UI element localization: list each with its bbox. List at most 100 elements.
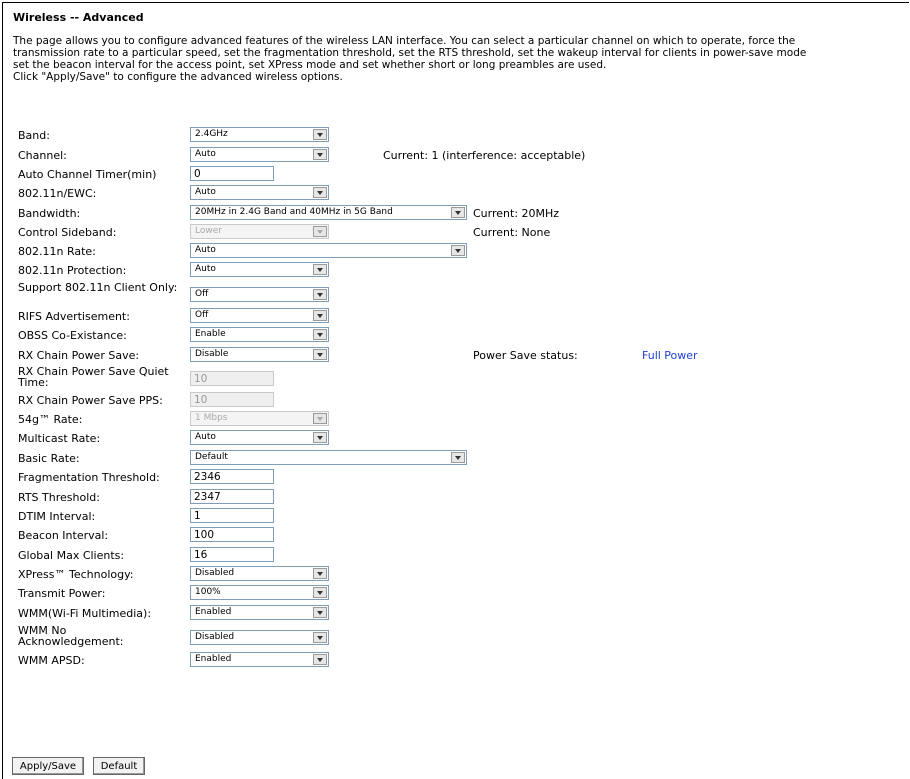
rifs-select-value: Off: [195, 310, 209, 320]
wmm-label: WMM(Wi-Fi Multimedia):: [18, 607, 152, 620]
row-band: Band: 2.4GHz: [13, 127, 903, 144]
max-clients-input[interactable]: [190, 547, 274, 562]
channel-select[interactable]: Auto: [190, 147, 329, 162]
row-rifs: RIFS Advertisement: Off: [13, 308, 903, 325]
chevron-down-icon: [313, 226, 327, 237]
description-line: The page allows you to configure advance…: [13, 35, 796, 47]
basic-rate-select[interactable]: Default: [190, 450, 467, 465]
chevron-down-icon: [313, 264, 327, 275]
ewc-select[interactable]: Auto: [190, 185, 329, 200]
beacon-input[interactable]: [190, 527, 274, 542]
54g-rate-select-value: 1 Mbps: [195, 413, 228, 423]
tx-power-select[interactable]: 100%: [190, 585, 329, 600]
54g-rate-select[interactable]: 1 Mbps: [190, 411, 329, 426]
chevron-down-icon: [313, 289, 327, 300]
wmm-select[interactable]: Enabled: [190, 605, 329, 620]
chevron-down-icon: [313, 349, 327, 360]
description-line: transmission rate to a particular speed,…: [13, 47, 807, 59]
frag-threshold-input[interactable]: [190, 469, 274, 484]
n-protection-select-value: Auto: [195, 264, 216, 274]
tx-power-select-value: 100%: [195, 587, 221, 597]
auto-channel-timer-label: Auto Channel Timer(min): [18, 168, 157, 181]
chevron-down-icon: [313, 149, 327, 160]
chevron-down-icon: [451, 452, 465, 463]
row-max-clients: Global Max Clients:: [13, 547, 903, 564]
basic-rate-select-value: Default: [195, 452, 228, 462]
obss-select[interactable]: Enable: [190, 327, 329, 342]
row-auto-channel-timer: Auto Channel Timer(min): [13, 166, 903, 183]
wmm-select-value: Enabled: [195, 607, 232, 617]
n-rate-select[interactable]: Auto: [190, 243, 467, 258]
n-protection-select[interactable]: Auto: [190, 262, 329, 277]
rx-chain-ps-select[interactable]: Disable: [190, 347, 329, 362]
chevron-down-icon: [313, 310, 327, 321]
control-sideband-select[interactable]: Lower: [190, 224, 329, 239]
dtim-label: DTIM Interval:: [18, 510, 96, 523]
row-rx-chain-ps: RX Chain Power Save: Disable Power Save …: [13, 347, 903, 364]
page-description: The page allows you to configure advance…: [13, 35, 909, 83]
rifs-label: RIFS Advertisement:: [18, 310, 130, 323]
row-n-rate: 802.11n Rate: Auto: [13, 243, 903, 260]
wmm-apsd-select-value: Enabled: [195, 654, 232, 664]
tx-power-label: Transmit Power:: [18, 587, 106, 600]
apply-save-button[interactable]: Apply/Save: [12, 757, 84, 775]
row-wmm: WMM(Wi-Fi Multimedia): Enabled: [13, 605, 903, 622]
multicast-rate-label: Multicast Rate:: [18, 432, 101, 445]
channel-label: Channel:: [18, 149, 67, 162]
auto-channel-timer-input[interactable]: [190, 166, 274, 181]
multicast-rate-select[interactable]: Auto: [190, 430, 329, 445]
xpress-select[interactable]: Disabled: [190, 566, 329, 581]
row-rts-threshold: RTS Threshold:: [13, 489, 903, 506]
chevron-down-icon: [451, 245, 465, 256]
row-obss: OBSS Co-Existance: Enable: [13, 327, 903, 344]
row-basic-rate: Basic Rate: Default: [13, 450, 903, 467]
chevron-down-icon: [313, 587, 327, 598]
page-title: Wireless -- Advanced: [13, 11, 144, 24]
rx-chain-quiet-input[interactable]: [190, 371, 274, 386]
n-protection-label: 802.11n Protection:: [18, 264, 127, 277]
band-select[interactable]: 2.4GHz: [190, 127, 329, 142]
row-frag-threshold: Fragmentation Threshold:: [13, 469, 903, 486]
row-wmm-apsd: WMM APSD: Enabled: [13, 652, 903, 669]
rts-threshold-input[interactable]: [190, 489, 274, 504]
wmm-apsd-label: WMM APSD:: [18, 654, 85, 667]
row-xpress: XPress™ Technology: Disabled: [13, 566, 903, 583]
n-client-only-label: Support 802.11n Client Only:: [18, 281, 178, 294]
multicast-rate-select-value: Auto: [195, 432, 216, 442]
row-beacon: Beacon Interval:: [13, 527, 903, 544]
dtim-input[interactable]: [190, 508, 274, 523]
row-tx-power: Transmit Power: 100%: [13, 585, 903, 602]
bandwidth-select-value: 20MHz in 2.4G Band and 40MHz in 5G Band: [195, 207, 393, 217]
max-clients-label: Global Max Clients:: [18, 549, 125, 562]
bandwidth-label: Bandwidth:: [18, 207, 81, 220]
row-ewc: 802.11n/EWC: Auto: [13, 185, 903, 202]
row-rx-chain-quiet: RX Chain Power Save Quiet Time:: [13, 366, 903, 388]
channel-select-value: Auto: [195, 149, 216, 159]
bandwidth-select[interactable]: 20MHz in 2.4G Band and 40MHz in 5G Band: [190, 205, 467, 220]
54g-rate-label: 54g™ Rate:: [18, 413, 83, 426]
chevron-down-icon: [313, 329, 327, 340]
row-54g-rate: 54g™ Rate: 1 Mbps: [13, 411, 903, 428]
xpress-select-value: Disabled: [195, 568, 235, 578]
band-label: Band:: [18, 129, 50, 142]
control-sideband-label: Control Sideband:: [18, 226, 117, 239]
rx-chain-pps-input[interactable]: [190, 392, 274, 407]
default-button[interactable]: Default: [93, 757, 145, 775]
chevron-down-icon: [313, 187, 327, 198]
chevron-down-icon: [313, 413, 327, 424]
n-client-only-select[interactable]: Off: [190, 287, 329, 302]
obss-select-value: Enable: [195, 329, 226, 339]
basic-rate-label: Basic Rate:: [18, 452, 80, 465]
description-line: set the beacon interval for the access p…: [13, 59, 607, 71]
rifs-select[interactable]: Off: [190, 308, 329, 323]
row-wmm-noack: WMM No Acknowledgement: Disabled: [13, 625, 903, 647]
chevron-down-icon: [451, 207, 465, 218]
wmm-noack-select-value: Disabled: [195, 632, 235, 642]
n-rate-select-value: Auto: [195, 245, 216, 255]
wmm-apsd-select[interactable]: Enabled: [190, 652, 329, 667]
chevron-down-icon: [313, 632, 327, 643]
row-n-protection: 802.11n Protection: Auto: [13, 262, 903, 279]
wmm-noack-select[interactable]: Disabled: [190, 630, 329, 645]
row-bandwidth: Bandwidth: 20MHz in 2.4G Band and 40MHz …: [13, 205, 903, 222]
row-control-sideband: Control Sideband: Lower Current: None: [13, 224, 903, 241]
